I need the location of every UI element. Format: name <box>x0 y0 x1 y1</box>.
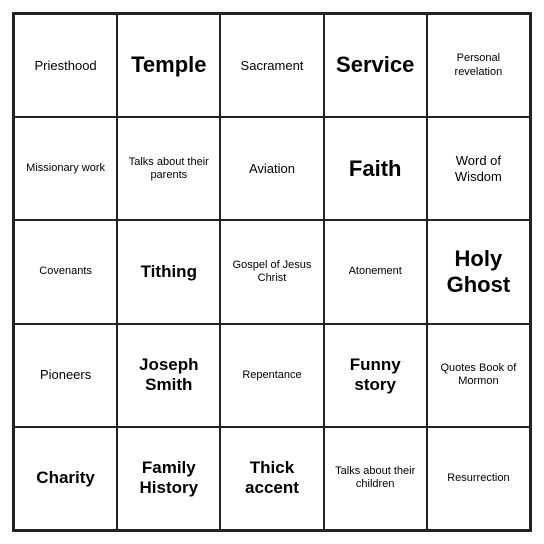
cell-2-0[interactable]: Covenants <box>14 220 117 323</box>
cell-0-2[interactable]: Sacrament <box>220 14 323 117</box>
cell-3-1[interactable]: Joseph Smith <box>117 324 220 427</box>
cell-1-3[interactable]: Faith <box>324 117 427 220</box>
cell-4-1[interactable]: Family History <box>117 427 220 530</box>
cell-2-1[interactable]: Tithing <box>117 220 220 323</box>
bingo-grid: PriesthoodTempleSacramentServicePersonal… <box>12 12 532 532</box>
cell-0-0[interactable]: Priesthood <box>14 14 117 117</box>
cell-1-0[interactable]: Missionary work <box>14 117 117 220</box>
cell-4-2[interactable]: Thick accent <box>220 427 323 530</box>
cell-1-1[interactable]: Talks about their parents <box>117 117 220 220</box>
cell-4-4[interactable]: Resurrection <box>427 427 530 530</box>
cell-3-4[interactable]: Quotes Book of Mormon <box>427 324 530 427</box>
cell-2-2[interactable]: Gospel of Jesus Christ <box>220 220 323 323</box>
cell-2-4[interactable]: Holy Ghost <box>427 220 530 323</box>
cell-4-0[interactable]: Charity <box>14 427 117 530</box>
cell-0-1[interactable]: Temple <box>117 14 220 117</box>
cell-4-3[interactable]: Talks about their children <box>324 427 427 530</box>
cell-0-4[interactable]: Personal revelation <box>427 14 530 117</box>
cell-0-3[interactable]: Service <box>324 14 427 117</box>
cell-1-4[interactable]: Word of Wisdom <box>427 117 530 220</box>
cell-3-2[interactable]: Repentance <box>220 324 323 427</box>
cell-1-2[interactable]: Aviation <box>220 117 323 220</box>
cell-2-3[interactable]: Atonement <box>324 220 427 323</box>
cell-3-3[interactable]: Funny story <box>324 324 427 427</box>
cell-3-0[interactable]: Pioneers <box>14 324 117 427</box>
